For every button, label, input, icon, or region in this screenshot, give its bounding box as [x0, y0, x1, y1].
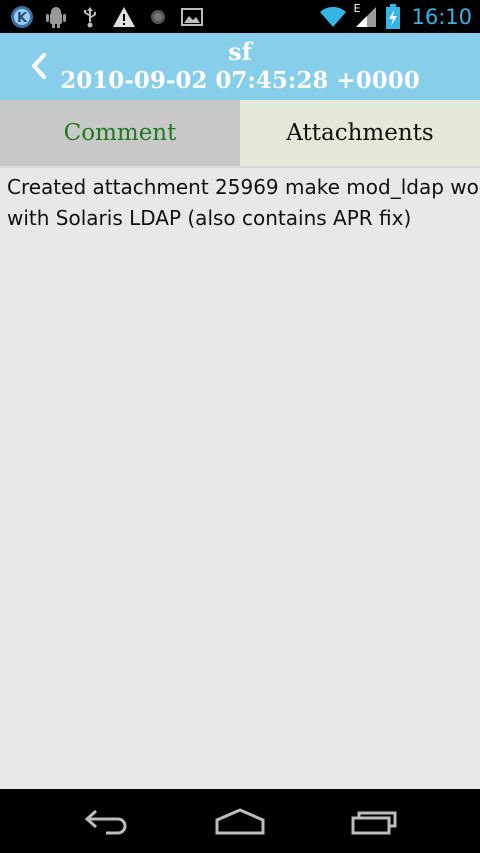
nav-back-button[interactable] — [77, 803, 137, 839]
record-icon — [146, 5, 170, 29]
tab-bar: Comment Attachments — [0, 100, 480, 166]
system-indicators: E 16:10 — [319, 2, 472, 31]
nav-recent-apps-button[interactable] — [345, 803, 405, 839]
signal-icon: E — [353, 1, 379, 29]
header: sf 2010-09-02 07:45:28 +0000 — [0, 33, 480, 100]
back-arrow-icon — [84, 809, 127, 835]
network-type-label: E — [353, 1, 361, 15]
k-app-icon: K — [10, 5, 34, 29]
android-debug-icon — [44, 5, 68, 29]
status-bar: K E 16:10 — [0, 0, 480, 33]
comment-text: Created attachment 25969 make mod_ldap w… — [7, 172, 480, 234]
navigation-bar — [0, 789, 480, 853]
tab-attachments[interactable]: Attachments — [240, 100, 480, 166]
recent-apps-icon — [351, 811, 397, 835]
home-icon — [215, 808, 265, 835]
comment-line: with Solaris LDAP (also contains APR fix… — [7, 206, 412, 230]
warning-icon — [112, 5, 136, 29]
image-icon — [180, 5, 204, 29]
wifi-icon — [319, 5, 347, 29]
nav-home-button[interactable] — [210, 803, 270, 839]
tab-comment[interactable]: Comment — [0, 100, 240, 166]
comment-line: Created attachment 25969 make mod_ldap w… — [7, 175, 480, 199]
header-subtitle: 2010-09-02 07:45:28 +0000 — [60, 67, 420, 94]
notification-icons: K — [10, 4, 204, 29]
svg-text:K: K — [17, 11, 28, 26]
battery-charging-icon — [385, 3, 401, 29]
clock: 16:10 — [411, 4, 472, 29]
header-title: sf — [228, 37, 252, 66]
usb-icon — [78, 5, 102, 29]
tab-divider — [0, 166, 480, 168]
